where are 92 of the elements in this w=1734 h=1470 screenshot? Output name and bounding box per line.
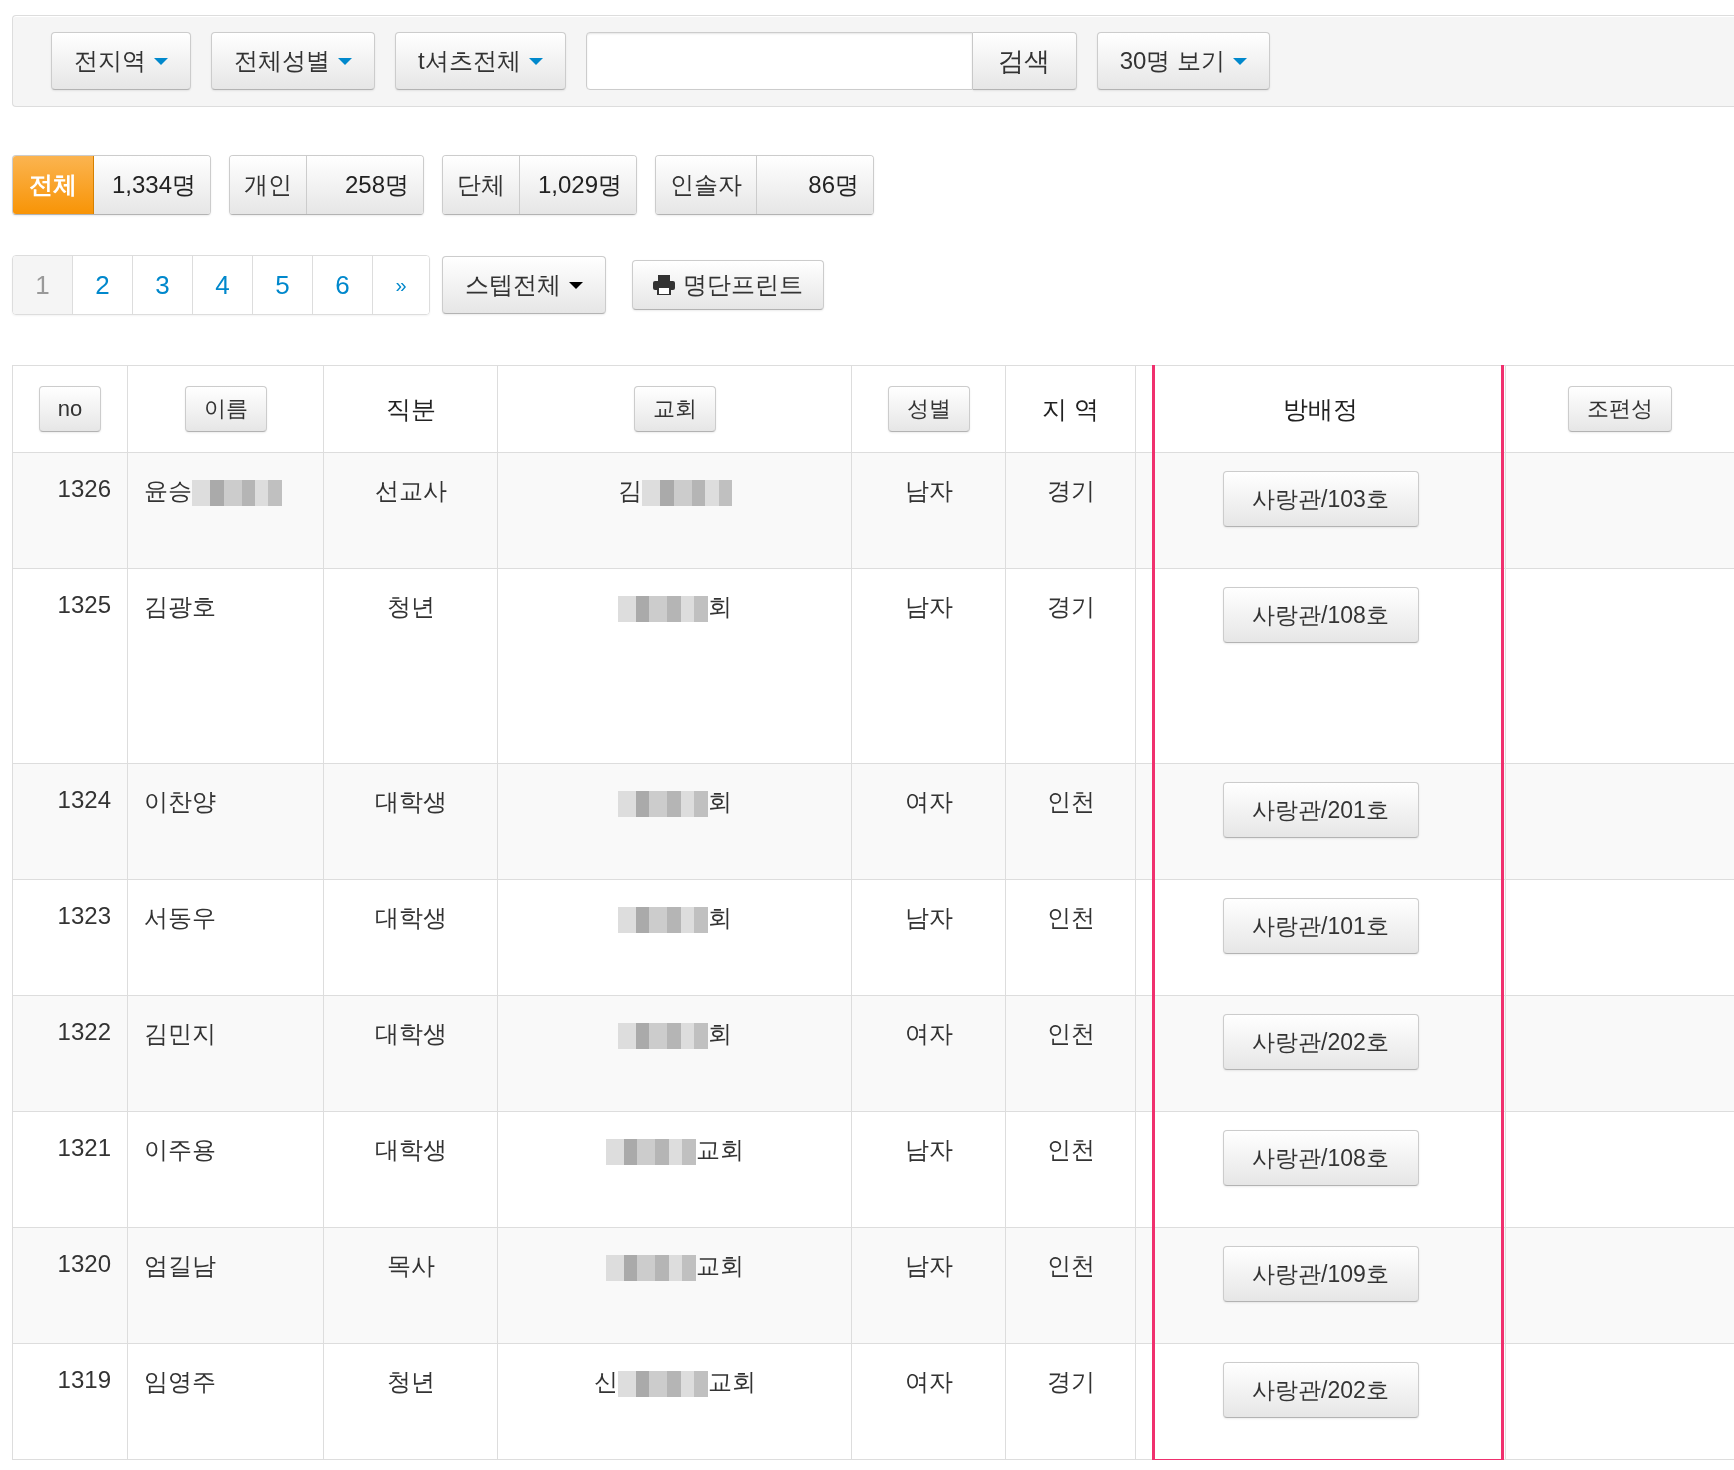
printer-icon [653, 275, 675, 295]
page-link[interactable]: 2 [72, 256, 132, 314]
print-button[interactable]: 명단프린트 [632, 260, 824, 310]
table-cell: 대학생 [374, 1136, 447, 1163]
table-cell: 청년 [386, 1368, 435, 1395]
table-cell: 대학생 [374, 904, 447, 931]
page-link[interactable]: 5 [252, 256, 312, 314]
table-cell: 남자 [904, 1252, 953, 1279]
table-cell: 1320 [57, 1250, 111, 1277]
table-cell: 선교사 [374, 477, 447, 504]
cell-text: 김광호 [144, 593, 216, 620]
column-sort-button[interactable]: 조편성 [1568, 386, 1672, 432]
cell-text: 회 [707, 904, 732, 931]
cell-text: 이찬양 [144, 788, 216, 815]
column-sort-button[interactable]: 교회 [633, 386, 716, 432]
cell-text: 윤승 [144, 477, 192, 504]
room-button[interactable]: 사랑관/201호 [1222, 782, 1419, 838]
table-cell: 여자 [904, 1368, 953, 1395]
count-tab[interactable]: 개인 [230, 156, 307, 214]
caret-icon [528, 57, 543, 65]
table-cell: 1321 [57, 1134, 111, 1161]
cell-text: 회 [707, 788, 732, 815]
filter-dropdown[interactable]: t셔츠전체 [395, 32, 566, 90]
page-size-dropdown[interactable]: 30명 보기 [1096, 32, 1271, 90]
table-cell: 여자 [904, 1020, 953, 1047]
table-cell: 여자 [904, 788, 953, 815]
count-tab[interactable]: 단체 [443, 156, 520, 214]
table-cell: 인천 [1046, 788, 1095, 815]
page-link[interactable]: 3 [132, 256, 192, 314]
page-link[interactable]: 4 [192, 256, 252, 314]
count-value: 1,334명 [94, 156, 210, 214]
table-cell: 청년 [386, 593, 435, 620]
cell-text: 김민지 [144, 1020, 216, 1047]
table-cell: 1324 [57, 786, 111, 813]
table-cell: 경기 [1046, 593, 1095, 620]
table-cell: 인천 [1046, 1136, 1095, 1163]
room-button[interactable]: 사랑관/109호 [1222, 1246, 1419, 1302]
caret-icon [154, 57, 168, 65]
cell-text: 임영주 [144, 1368, 216, 1395]
table-cell: 인천 [1046, 1252, 1095, 1279]
table-cell: 1325 [57, 591, 111, 618]
room-button[interactable]: 사랑관/108호 [1222, 587, 1419, 643]
count-value: 86명 [757, 156, 873, 214]
table-cell: 경기 [1046, 477, 1095, 504]
cell-text: 교회 [695, 1252, 744, 1279]
cell-text: 교회 [707, 1368, 756, 1395]
count-tab[interactable]: 인솔자 [656, 156, 757, 214]
search-button[interactable]: 검색 [972, 32, 1077, 90]
room-button[interactable]: 사랑관/202호 [1222, 1362, 1419, 1418]
column-header: 지 역 [1042, 394, 1099, 423]
cell-text: 교회 [695, 1136, 744, 1163]
table-cell: 1322 [57, 1018, 111, 1045]
caret-icon [1233, 57, 1248, 65]
table-cell: 1319 [57, 1366, 111, 1393]
table-cell: 경기 [1046, 1368, 1095, 1395]
table-cell: 1326 [57, 475, 111, 502]
step-filter-dropdown[interactable]: 스텝전체 [442, 256, 606, 314]
room-button[interactable]: 사랑관/101호 [1222, 898, 1419, 954]
next-page-link[interactable]: » [372, 256, 429, 314]
table-cell: 남자 [904, 1136, 953, 1163]
caret-icon [569, 281, 583, 289]
caret-icon [338, 57, 352, 65]
table-cell: 남자 [904, 904, 953, 931]
table-cell: 인천 [1046, 1020, 1095, 1047]
room-button[interactable]: 사랑관/103호 [1222, 471, 1419, 527]
filter-dropdown[interactable]: 전체성별 [211, 32, 375, 90]
cell-text: 회 [707, 593, 732, 620]
count-value: 1,029명 [520, 156, 636, 214]
table-cell: 인천 [1046, 904, 1095, 931]
count-value: 258명 [307, 156, 423, 214]
search-field[interactable] [585, 32, 973, 90]
cell-text: 신 [593, 1368, 618, 1395]
filter-dropdown[interactable]: 전지역 [51, 32, 191, 90]
column-sort-button[interactable]: no [38, 386, 102, 432]
column-header: 직분 [385, 394, 436, 423]
table-cell: 남자 [904, 593, 953, 620]
cell-text: 김 [617, 477, 642, 504]
table-cell: 대학생 [374, 1020, 447, 1047]
cell-text: 회 [707, 1020, 732, 1047]
column-header: 방배정 [1283, 394, 1358, 423]
column-sort-button[interactable]: 이름 [184, 386, 267, 432]
table-cell: 남자 [904, 477, 953, 504]
column-sort-button[interactable]: 성별 [887, 386, 970, 432]
room-button[interactable]: 사랑관/108호 [1222, 1130, 1419, 1186]
table-cell: 목사 [386, 1252, 435, 1279]
cell-text: 이주용 [144, 1136, 216, 1163]
table-cell: 1323 [57, 902, 111, 929]
cell-text: 엄길남 [144, 1252, 216, 1279]
cell-text: 서동우 [144, 904, 216, 931]
table-cell: 대학생 [374, 788, 447, 815]
page-link[interactable]: 6 [312, 256, 372, 314]
room-button[interactable]: 사랑관/202호 [1222, 1014, 1419, 1070]
